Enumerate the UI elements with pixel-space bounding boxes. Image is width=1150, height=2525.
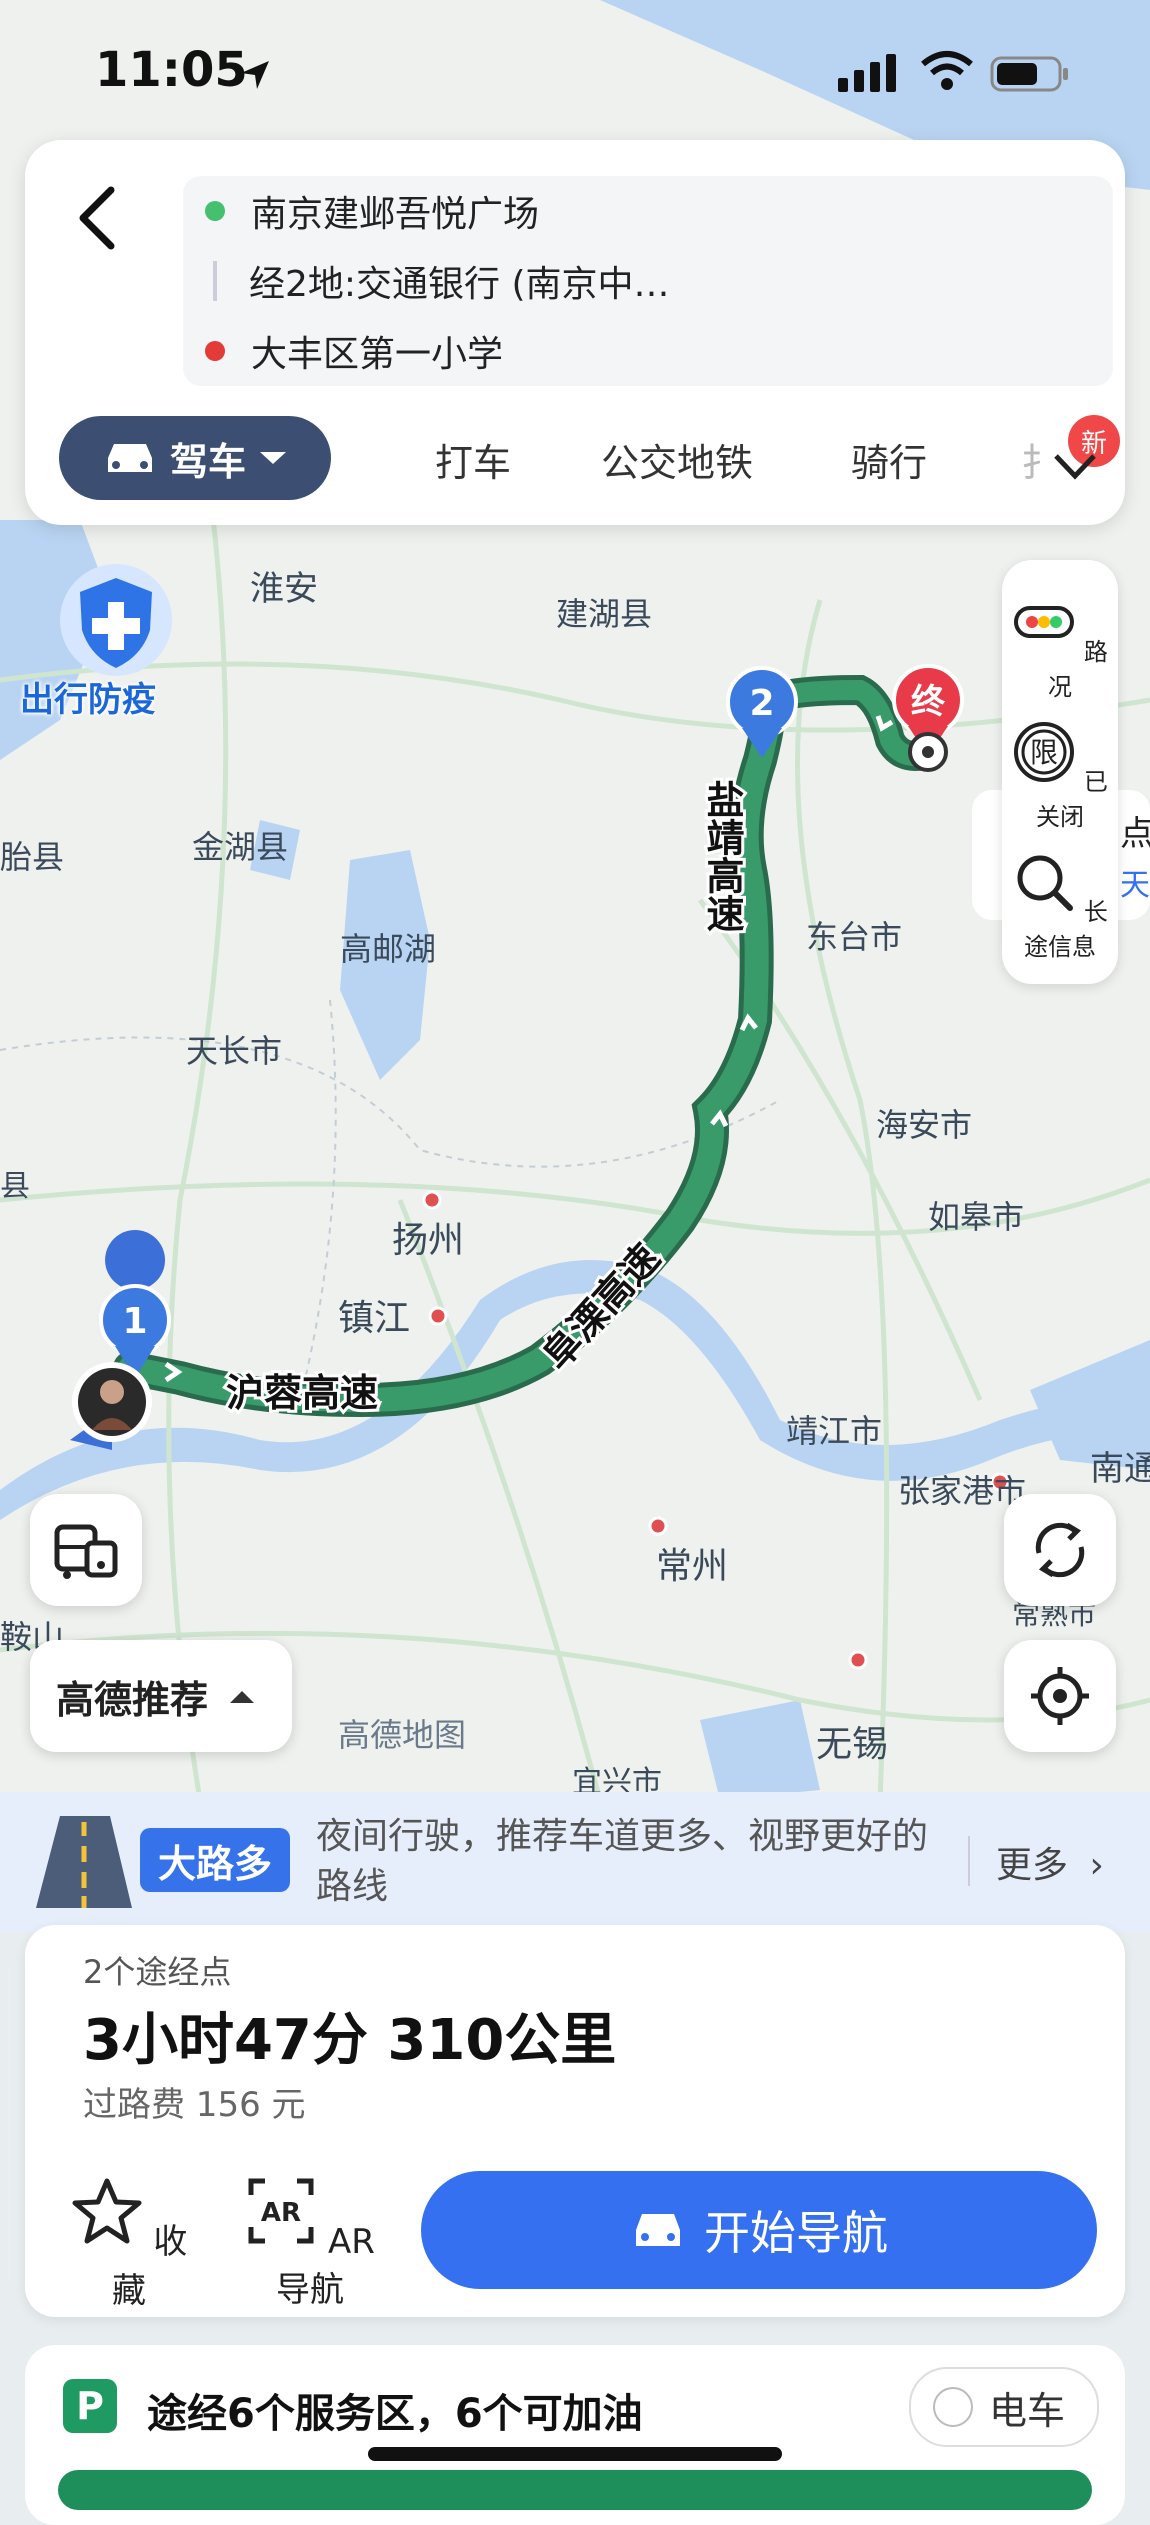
via-field[interactable]: 经2地:交通银行 (南京中… bbox=[183, 246, 670, 316]
map-label: 靖江市 bbox=[786, 1412, 882, 1450]
transit-layer-button[interactable] bbox=[30, 1494, 142, 1606]
side-partial-label: 点 bbox=[1120, 814, 1150, 854]
chevron-down-icon[interactable] bbox=[1050, 446, 1100, 486]
tip-more-button[interactable]: 更多 › bbox=[968, 1836, 1104, 1886]
ev-checkbox bbox=[933, 2387, 973, 2427]
ar-nav-button[interactable]: AR AR导航 bbox=[235, 2175, 385, 2311]
map-label: 南通 bbox=[1090, 1449, 1150, 1489]
map-label: 淮安 bbox=[250, 569, 318, 609]
address-box: 南京建邺吾悦广场 经2地:交通银行 (南京中… 大丰区第一小学 bbox=[183, 176, 1113, 386]
waypoint-2-number: 2 bbox=[749, 683, 774, 724]
signal-icon bbox=[838, 54, 896, 92]
map-label: 无锡 bbox=[816, 1724, 888, 1765]
road-label-yanjing: 盐靖高速 bbox=[700, 780, 744, 932]
svg-text:限: 限 bbox=[1030, 736, 1058, 769]
svg-text:AR: AR bbox=[261, 2198, 301, 2228]
map-label: 高邮湖 bbox=[340, 930, 436, 968]
tip-tag: 大路多 bbox=[140, 1828, 290, 1892]
map-label: 张家港市 bbox=[898, 1472, 1026, 1510]
map-label: 天长市 bbox=[186, 1032, 282, 1070]
map-label: 高德地图 bbox=[338, 1716, 466, 1754]
destination-dot bbox=[205, 341, 225, 361]
tab-drive-label: 驾车 bbox=[169, 439, 246, 484]
travel-epidemic-label: 出行防疫 bbox=[20, 680, 156, 720]
back-icon[interactable] bbox=[63, 178, 133, 258]
refresh-route-button[interactable] bbox=[1004, 1494, 1116, 1606]
recommend-label: 高德推荐 bbox=[56, 1677, 209, 1722]
home-indicator[interactable] bbox=[368, 2447, 782, 2461]
traffic-button[interactable]: 路况 bbox=[1002, 590, 1118, 702]
destination-field[interactable]: 大丰区第一小学 bbox=[183, 316, 503, 386]
travel-mode-tabs: 驾车 打车 公交地铁 骑行 扌 bbox=[59, 416, 1099, 502]
waypoint-1-number: 1 bbox=[122, 1301, 147, 1342]
status-bar: 11:05 bbox=[0, 0, 1150, 140]
side-partial-label: 天 bbox=[1120, 868, 1150, 903]
route-summary-card[interactable]: 2个途经点 3小时47分 310公里 过路费 156 元 收藏 AR AR导航 … bbox=[25, 1925, 1125, 2317]
road-icon bbox=[36, 1816, 132, 1908]
status-time: 11:05 bbox=[95, 42, 248, 98]
map-label: 海安市 bbox=[876, 1106, 972, 1144]
map-label: 镇江 bbox=[338, 1298, 410, 1339]
map-label: 如皋市 bbox=[928, 1198, 1024, 1236]
car-icon bbox=[636, 2214, 680, 2246]
origin-dot bbox=[205, 201, 225, 221]
locate-icon bbox=[1031, 1667, 1089, 1725]
waypoint-count: 2个途经点 bbox=[83, 1953, 232, 1991]
destination-text: 大丰区第一小学 bbox=[251, 334, 504, 375]
car-icon bbox=[107, 444, 152, 472]
locate-me-button[interactable] bbox=[1004, 1640, 1116, 1752]
tip-text: 夜间行驶，推荐车道更多、视野更好的路线 bbox=[316, 1816, 929, 1907]
ev-toggle[interactable]: 电车 bbox=[909, 2367, 1099, 2447]
map-label: 扬州 bbox=[392, 1220, 464, 1261]
tab-transit[interactable]: 公交地铁 bbox=[601, 432, 753, 487]
travel-epidemic-button[interactable]: 出行防疫 bbox=[20, 560, 200, 720]
tab-cycle[interactable]: 骑行 bbox=[851, 432, 927, 487]
recommend-sort-button[interactable]: 高德推荐 bbox=[30, 1640, 292, 1752]
map-label: 东台市 bbox=[806, 918, 902, 956]
long-trip-button[interactable]: 长途信息 bbox=[1002, 850, 1118, 962]
via-text: 经2地:交通银行 (南京中… bbox=[249, 264, 670, 305]
chevron-right-icon: › bbox=[1089, 1845, 1104, 1886]
road-label-hurong: 沪蓉高速 bbox=[226, 1371, 378, 1415]
shield-icon bbox=[60, 564, 172, 676]
service-area-text: 途经6个服务区，6个可加油 bbox=[147, 2391, 643, 2437]
map-label: 县 bbox=[0, 1169, 30, 1204]
origin-text: 南京建邺吾悦广场 bbox=[251, 194, 540, 235]
star-icon bbox=[72, 2178, 142, 2244]
refresh-icon bbox=[1035, 1522, 1085, 1578]
map-tools-panel: 路况 限 已关闭 长途信息 bbox=[1002, 560, 1118, 984]
chevron-up-icon bbox=[230, 1691, 255, 1703]
map-label: 常州 bbox=[656, 1546, 728, 1587]
map-label: 建湖县 bbox=[556, 595, 652, 633]
map-label: 金湖县 bbox=[192, 828, 288, 866]
traffic-icon bbox=[1014, 606, 1075, 638]
start-navigation-label: 开始导航 bbox=[704, 2206, 888, 2260]
search-icon bbox=[1017, 855, 1074, 911]
transit-icon bbox=[54, 1524, 118, 1579]
route-summary: 3小时47分 310公里 bbox=[83, 2008, 617, 2073]
battery-icon bbox=[990, 56, 1068, 92]
start-navigation-button[interactable]: 开始导航 bbox=[421, 2171, 1097, 2289]
tip-more-label: 更多 bbox=[996, 1845, 1069, 1886]
restriction-button[interactable]: 限 已关闭 bbox=[1002, 720, 1118, 832]
next-route-strip bbox=[58, 2470, 1092, 2510]
parking-icon: P bbox=[63, 2379, 117, 2433]
tab-drive[interactable]: 驾车 bbox=[59, 416, 331, 500]
ar-icon: AR bbox=[248, 2178, 314, 2244]
location-arrow-icon bbox=[241, 61, 269, 89]
origin-field[interactable]: 南京建邺吾悦广场 bbox=[183, 176, 539, 246]
restrict-icon: 限 bbox=[1014, 722, 1075, 782]
ev-label: 电车 bbox=[989, 2388, 1066, 2433]
toll-fee: 过路费 156 元 bbox=[83, 2085, 306, 2125]
route-search-card: 南京建邺吾悦广场 经2地:交通银行 (南京中… 大丰区第一小学 驾车 打车 公交… bbox=[25, 140, 1125, 525]
chevron-down-icon bbox=[260, 452, 286, 464]
route-tip-bar: 大路多 夜间行驶，推荐车道更多、视野更好的路线 更多 › bbox=[0, 1792, 1150, 1932]
tab-taxi[interactable]: 打车 bbox=[435, 432, 511, 487]
map-label: 胎县 bbox=[0, 838, 64, 876]
end-marker-label: 终 bbox=[911, 682, 946, 722]
favorite-button[interactable]: 收藏 bbox=[69, 2175, 189, 2312]
wifi-icon bbox=[921, 51, 973, 90]
